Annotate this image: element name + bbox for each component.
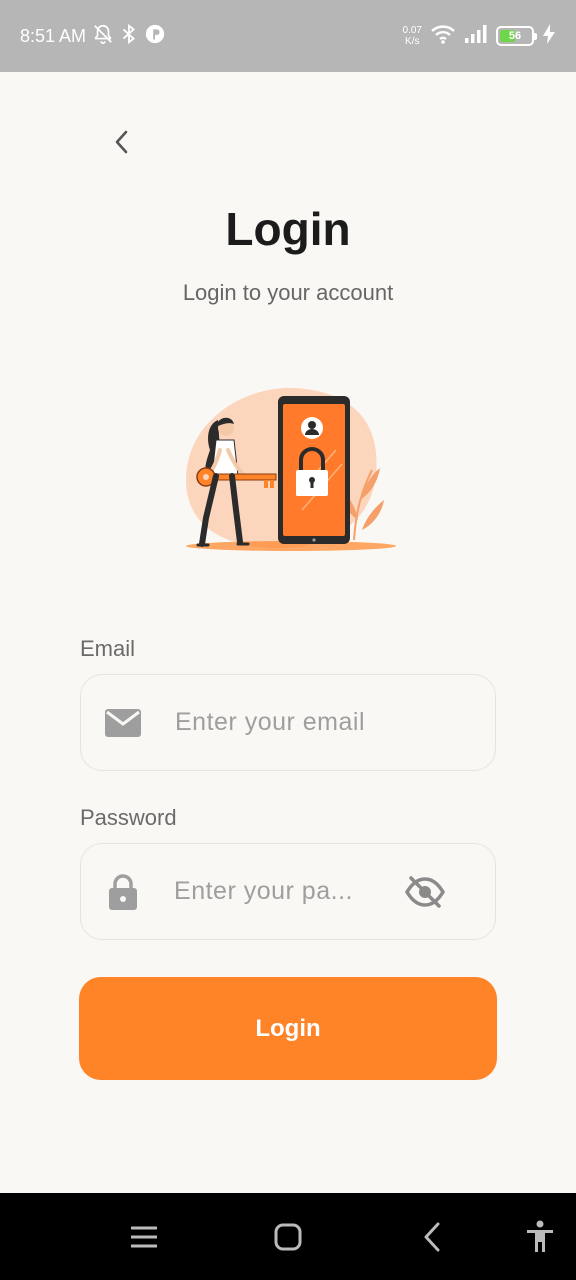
back-button[interactable] [104, 126, 140, 162]
charging-icon [542, 23, 556, 50]
bluetooth-icon [120, 23, 138, 50]
net-speed-value: 0.07 [402, 25, 422, 36]
app-icon [144, 23, 166, 50]
wifi-icon [430, 23, 456, 50]
login-illustration [176, 380, 402, 556]
signal-icon [464, 24, 488, 49]
page-title: Login [225, 203, 351, 255]
status-left: 8:51 AM [20, 23, 166, 50]
email-label: Email [80, 636, 136, 661]
password-label: Password [80, 805, 177, 830]
password-input[interactable] [174, 877, 405, 906]
battery-level: 56 [508, 30, 522, 42]
login-button[interactable]: Login [79, 977, 497, 1080]
net-speed-unit: K/s [405, 36, 420, 47]
accessibility-icon[interactable] [518, 1215, 562, 1259]
chevron-left-icon [112, 129, 132, 160]
status-right: 0.07 K/s 56 [403, 23, 556, 50]
mute-icon [92, 23, 114, 50]
system-nav-bar [0, 1193, 576, 1280]
back-icon[interactable] [410, 1215, 454, 1259]
home-icon[interactable] [266, 1215, 310, 1259]
menu-icon[interactable] [122, 1215, 166, 1259]
email-input[interactable] [175, 708, 405, 737]
eye-off-icon[interactable] [404, 871, 445, 913]
net-speed: 0.07 K/s [403, 25, 422, 47]
status-bar: 8:51 AM 0.07 K/s 56 [0, 0, 576, 72]
battery-tip [534, 33, 537, 40]
mail-icon [103, 703, 143, 743]
email-field[interactable] [80, 674, 496, 771]
status-time: 8:51 AM [20, 25, 87, 46]
lock-icon [103, 872, 142, 912]
password-field[interactable] [80, 843, 496, 940]
page-subtitle: Login to your account [182, 280, 394, 305]
battery-icon: 56 [496, 26, 537, 46]
